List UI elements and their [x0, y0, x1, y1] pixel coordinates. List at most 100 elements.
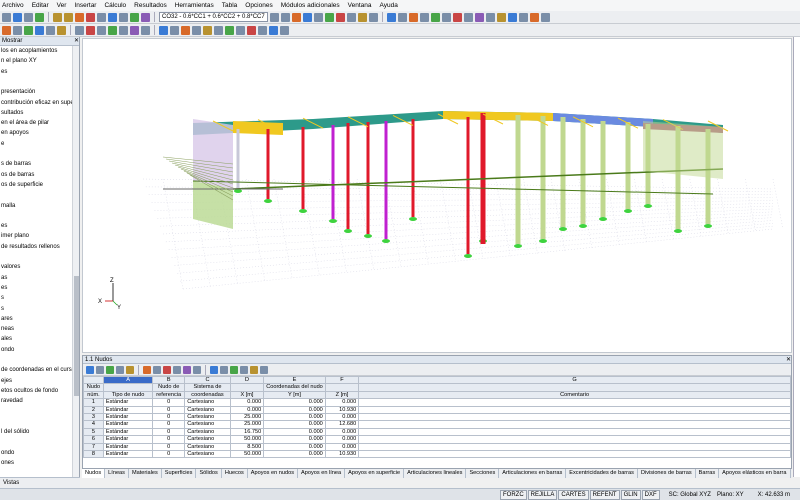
navigator-item[interactable]: de coordenadas en el curs: [1, 367, 72, 373]
table-cell[interactable]: 0.000: [324, 398, 360, 407]
table-color-icon[interactable]: [250, 365, 258, 374]
transparency-icon[interactable]: [507, 12, 517, 22]
navigator-item[interactable]: es: [1, 69, 7, 75]
navigator-item[interactable]: ondo: [1, 450, 14, 456]
navigator-item[interactable]: ejes: [1, 378, 12, 384]
table-cell[interactable]: [358, 420, 791, 429]
color-icon[interactable]: [529, 12, 539, 22]
section-icon[interactable]: [368, 12, 378, 22]
table-settings-icon[interactable]: [193, 365, 201, 374]
wireframe-icon[interactable]: [485, 12, 495, 22]
table-paste-icon[interactable]: [106, 365, 114, 374]
surface-icon[interactable]: [46, 25, 55, 35]
column-letter-header[interactable]: E: [263, 375, 326, 385]
navigator-item[interactable]: s de barras: [1, 161, 31, 167]
table-cell[interactable]: [358, 427, 791, 437]
node-icon[interactable]: [13, 25, 22, 35]
solid-icon[interactable]: [496, 12, 506, 22]
table-row[interactable]: 5 Estándar 0 Cartesiano 16.750 0.000 0.000: [83, 427, 791, 437]
table-cell[interactable]: [358, 442, 791, 452]
sheet-tab[interactable]: Materiales: [129, 469, 162, 478]
menu-item-0[interactable]: Archivo: [2, 2, 24, 9]
filter-results-icon[interactable]: [346, 12, 356, 22]
save-icon[interactable]: [24, 12, 33, 22]
table-cell[interactable]: Cartesiano: [184, 442, 231, 452]
table-cell[interactable]: 0.000: [263, 413, 326, 422]
table-cell[interactable]: 0.000: [263, 427, 326, 437]
navigator-item[interactable]: l del sólido: [1, 429, 29, 435]
sheet-tab[interactable]: Superficies: [162, 469, 197, 478]
navigator-item[interactable]: ones: [1, 460, 14, 466]
scale-icon[interactable]: [357, 12, 367, 22]
close-icon[interactable]: ✕: [786, 356, 791, 363]
navigator-item[interactable]: contribución eficaz en superf: [1, 100, 77, 106]
table-row[interactable]: 3 Estándar 0 Cartesiano 25.000 0.000 0.000: [83, 413, 791, 422]
sheet-tab[interactable]: Huecos: [222, 469, 248, 478]
table-cell[interactable]: 0.000: [229, 398, 265, 407]
table-cell[interactable]: 0.000: [263, 420, 326, 429]
table-filter-icon[interactable]: [143, 365, 151, 374]
table-delete-icon[interactable]: [126, 365, 134, 374]
table-cell[interactable]: Estándar: [102, 420, 154, 429]
table-row[interactable]: 8 Estándar 0 Cartesiano 50.000 0.000 10.930: [83, 450, 791, 459]
table-cell[interactable]: 2: [83, 405, 104, 415]
table-insert-icon[interactable]: [116, 365, 124, 374]
diagram-icon[interactable]: [335, 12, 345, 22]
navigator-scroll-thumb[interactable]: [74, 276, 79, 396]
menu-item-10[interactable]: Ventana: [348, 2, 372, 9]
check-icon[interactable]: [247, 25, 256, 35]
guide-line-icon[interactable]: [203, 25, 212, 35]
table-cell[interactable]: 0: [152, 427, 186, 437]
column-letter-header[interactable]: D: [229, 375, 265, 385]
sheet-tab[interactable]: Secciones: [466, 469, 500, 478]
table-cell[interactable]: Estándar: [102, 405, 154, 415]
animation-icon[interactable]: [324, 12, 334, 22]
column-letter-header[interactable]: F: [324, 375, 360, 385]
select-icon[interactable]: [2, 25, 11, 35]
table-cell[interactable]: 0: [152, 442, 186, 452]
zoom-icon[interactable]: [386, 12, 396, 22]
table-cell[interactable]: 0.000: [263, 405, 326, 415]
navigator-item[interactable]: ares: [1, 316, 13, 322]
move-icon[interactable]: [119, 25, 128, 35]
divide-icon[interactable]: [141, 25, 150, 35]
sheet-tab[interactable]: Sólidos: [196, 469, 222, 478]
table-cell[interactable]: 0: [152, 398, 186, 407]
menu-item-4[interactable]: Cálculo: [104, 2, 126, 9]
table-cell[interactable]: 50.000: [229, 450, 265, 459]
table-cell[interactable]: Cartesiano: [184, 413, 231, 422]
table-cell[interactable]: 0.000: [263, 442, 326, 452]
navigator-item[interactable]: de resultados rellenos: [1, 244, 60, 250]
sheet-tab[interactable]: Apoyos en nudos: [248, 469, 299, 478]
table-copy-icon[interactable]: [96, 365, 104, 374]
clipping-icon[interactable]: [236, 25, 245, 35]
redo-icon[interactable]: [64, 12, 73, 22]
member-icon[interactable]: [35, 25, 44, 35]
table-cell[interactable]: 7: [83, 442, 104, 452]
menu-item-5[interactable]: Resultados: [134, 2, 167, 9]
table-cell[interactable]: Cartesiano: [184, 398, 231, 407]
table-row[interactable]: 6 Estándar 0 Cartesiano 50.000 0.000 0.000: [83, 435, 791, 444]
sheet-tab[interactable]: Excentricidades de barras: [566, 469, 638, 478]
navigator-item[interactable]: presentación: [1, 89, 35, 95]
status-toggle-button[interactable]: DXF: [641, 489, 660, 500]
table-cell[interactable]: 0: [152, 420, 186, 429]
status-toggle-button[interactable]: REFENT: [589, 489, 620, 500]
zoom-all-icon[interactable]: [397, 12, 407, 22]
navigator-item[interactable]: neas: [1, 326, 14, 332]
navigator-item[interactable]: os de superficie: [1, 182, 43, 188]
table-cell[interactable]: 6: [83, 435, 104, 444]
sheet-tab[interactable]: Nudos: [82, 469, 106, 478]
status-toggle-button[interactable]: GLIN: [620, 489, 641, 500]
menu-item-2[interactable]: Ver: [57, 2, 67, 9]
column-letter-header[interactable]: G: [358, 375, 791, 385]
menu-item-7[interactable]: Tabla: [222, 2, 238, 9]
navigator-item[interactable]: ravedad: [1, 398, 23, 404]
navigator-item[interactable]: e: [1, 141, 4, 147]
table-cell[interactable]: 0.000: [324, 413, 360, 422]
table-cell[interactable]: 0.000: [324, 427, 360, 437]
table-cell[interactable]: Cartesiano: [184, 420, 231, 429]
table-cell[interactable]: Estándar: [102, 435, 154, 444]
navigator-item[interactable]: etos ocultos de fondo: [1, 388, 58, 394]
table-excel-icon[interactable]: [163, 365, 171, 374]
